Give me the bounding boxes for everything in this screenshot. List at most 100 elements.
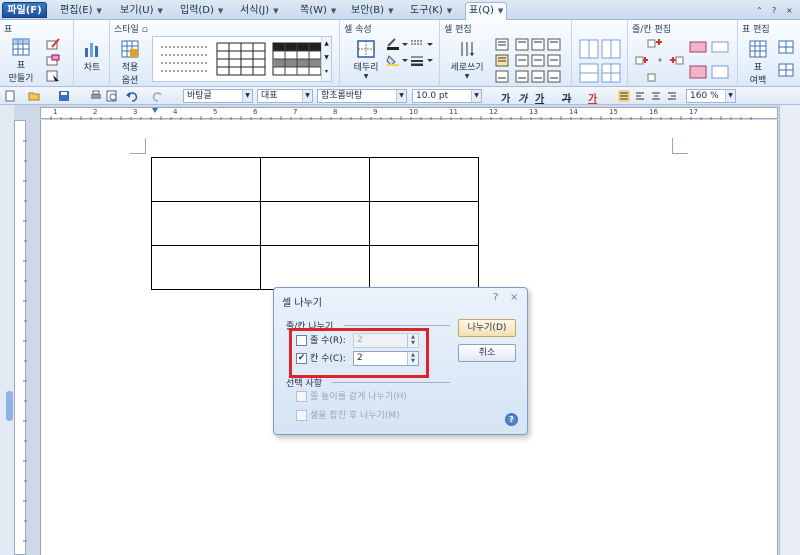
vertical-writing-button[interactable]: 세로쓰기 ▼ (448, 40, 486, 80)
font-size-input[interactable]: 10.0 pt ▼ (412, 89, 482, 103)
fill-color-icon[interactable] (386, 54, 408, 66)
strike-button[interactable]: 가 (562, 90, 571, 105)
ribbon-group-cell-props: 셀 속성 테두리 ▼ (340, 20, 440, 87)
border-button[interactable]: 테두리 ▼ (350, 40, 382, 80)
ribbon-group-cell-edit: 셀 편집 세로쓰기 ▼ (440, 20, 572, 87)
table-select-icon[interactable] (46, 70, 60, 82)
table-edit-more-icon[interactable] (778, 40, 796, 80)
align-right-icon[interactable] (666, 90, 678, 102)
font-select[interactable]: 함초롬바탕 ▼ (317, 89, 407, 103)
delete-rowcol-icon[interactable] (688, 38, 732, 84)
dropdown-icon: ▼ (497, 7, 504, 15)
ribbon-group-chart: 차트 (74, 20, 110, 87)
table-margin-button[interactable]: 표 여백 (744, 40, 772, 86)
table-cell[interactable] (151, 157, 261, 202)
menu-insert[interactable]: 입력(D) ▼ (180, 3, 223, 18)
vertical-ruler[interactable] (6, 120, 27, 555)
dropdown-icon: ▼ (273, 7, 279, 15)
apply-options-button[interactable]: 적용 옵션 (116, 40, 144, 86)
bold-button[interactable]: 가 (501, 90, 510, 105)
menu-format[interactable]: 서식(J) ▼ (240, 3, 279, 18)
undo-icon[interactable] (126, 90, 138, 102)
chart-button[interactable]: 차트 (78, 40, 106, 73)
line-type-icon[interactable] (410, 38, 434, 50)
menu-view[interactable]: 보기(U) ▼ (120, 3, 163, 18)
ribbon-group-table-edit: 표 편집 표 여백 (738, 20, 800, 87)
cell-align-grid-icon[interactable] (494, 38, 568, 84)
table-icon (12, 38, 30, 56)
group-title: 스타일 ▫ (114, 25, 148, 35)
line-width-icon[interactable] (410, 54, 434, 66)
print-icon[interactable] (90, 90, 102, 102)
pencil-table-icon[interactable] (46, 38, 60, 50)
menu-tools[interactable]: 도구(K) ▼ (410, 3, 452, 18)
make-table-button[interactable]: 표 만들기 (6, 38, 36, 84)
redo-icon[interactable] (152, 90, 164, 102)
merge-first-checkbox[interactable] (296, 410, 307, 421)
menu-edit[interactable]: 편집(E) ▼ (60, 3, 102, 18)
menu-page[interactable]: 쪽(W) ▼ (300, 3, 336, 18)
save-icon[interactable] (58, 90, 70, 102)
table-style-icon (121, 40, 139, 58)
dialog-help-button[interactable]: ? (505, 413, 518, 426)
table-cell[interactable] (260, 157, 370, 202)
table-cell[interactable] (151, 201, 261, 246)
menu-table[interactable]: 표(Q) ▼ (465, 2, 508, 20)
table-margin-icon (749, 40, 767, 58)
crop-mark (130, 138, 146, 154)
table-cell[interactable] (260, 245, 370, 290)
merge-split-icon[interactable] (578, 38, 622, 84)
horizontal-ruler[interactable]: 1 2 3 4 5 6 7 8 9 10 11 12 13 14 15 16 1… (40, 107, 778, 120)
new-document-icon[interactable] (4, 90, 16, 102)
table-cell[interactable] (260, 201, 370, 246)
close-icon[interactable]: × (786, 6, 793, 15)
dropdown-icon: ▼ (446, 7, 453, 15)
chevron-down-icon: ▼ (242, 90, 252, 102)
line-color-icon[interactable] (386, 38, 408, 50)
zoom-input[interactable]: 160 % ▼ (686, 89, 736, 103)
help-icon[interactable]: ? (772, 6, 776, 15)
align-left-icon[interactable] (634, 90, 646, 102)
chevron-down-icon: ▼ (471, 90, 481, 102)
equal-height-checkbox[interactable] (296, 391, 307, 402)
style-preset-grid[interactable] (215, 41, 267, 77)
open-folder-icon[interactable] (28, 90, 40, 102)
insert-rowcol-icon[interactable] (634, 38, 684, 84)
font-color-button[interactable]: 가 (588, 90, 597, 105)
style-preset-dark[interactable] (271, 41, 323, 77)
dropdown-icon: ▼ (157, 7, 163, 15)
dropdown-icon: ▼ (388, 7, 394, 15)
dropdown-icon: ▼ (96, 7, 102, 15)
vertical-scrollbar[interactable] (779, 105, 800, 555)
language-select[interactable]: 대표 ▼ (257, 89, 313, 103)
style-preset-dashed[interactable] (159, 41, 211, 77)
border-icon (357, 40, 375, 58)
table-cell[interactable] (369, 201, 479, 246)
menu-bar: 파일(F) 편집(E) ▼ 보기(U) ▼ 입력(D) ▼ 서식(J) ▼ 쪽(W) ▼ … (0, 0, 800, 20)
dialog-close-icon[interactable]: × (510, 292, 518, 303)
table-style-gallery[interactable]: ▲ ▼ ▾ (152, 36, 332, 82)
divider (344, 325, 450, 326)
side-tab[interactable] (6, 391, 13, 421)
gallery-scroll[interactable]: ▲ ▼ ▾ (321, 37, 331, 81)
align-justify-icon[interactable] (618, 90, 630, 102)
ribbon-collapse-icon[interactable]: ⌃ (756, 6, 763, 15)
table-cell[interactable] (369, 157, 479, 202)
style-select[interactable]: 바탕글 ▼ (183, 89, 253, 103)
menu-file[interactable]: 파일(F) (2, 2, 47, 18)
split-ok-button[interactable]: 나누기(D) (458, 319, 516, 337)
divider (332, 382, 450, 383)
dialog-help-icon[interactable]: ? (493, 292, 498, 303)
chevron-down-icon: ▼ (396, 90, 406, 102)
eraser-icon[interactable] (46, 54, 60, 66)
align-center-icon[interactable] (650, 90, 662, 102)
print-preview-icon[interactable] (106, 90, 118, 102)
cancel-button[interactable]: 취소 (458, 344, 516, 362)
italic-button[interactable]: 가 (518, 90, 527, 105)
underline-button[interactable]: 가 (535, 90, 544, 105)
document-table[interactable] (151, 157, 479, 290)
dialog-launcher-icon: ▫ (141, 25, 148, 35)
menu-security[interactable]: 보안(B) ▼ (351, 3, 393, 18)
table-cell[interactable] (369, 245, 479, 290)
table-cell[interactable] (151, 245, 261, 290)
